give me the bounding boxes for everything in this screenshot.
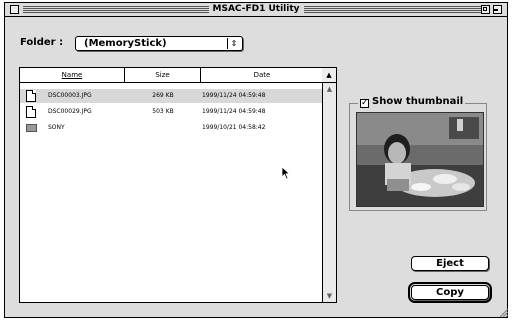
window-title: MSAC-FD1 Utility	[208, 4, 304, 14]
document-icon	[26, 90, 36, 102]
column-header-date[interactable]: Date	[201, 68, 324, 83]
folder-icon	[26, 124, 37, 132]
collapse-icon[interactable]	[493, 5, 502, 14]
file-row[interactable]: DSC00029.JPG 503 KB 1999/11/24 04:59:48	[20, 105, 323, 119]
grow-box-icon[interactable]	[498, 307, 508, 317]
show-thumbnail-label: Show thumbnail	[372, 96, 464, 107]
thumbnail-photo	[357, 113, 483, 206]
folder-label: Folder :	[20, 37, 64, 48]
copy-button[interactable]: Copy	[408, 282, 492, 303]
file-name: DSC00003.JPG	[48, 92, 92, 99]
folder-popup[interactable]: (MemoryStick) ⇕	[75, 36, 243, 51]
sort-arrow-icon[interactable]: ▲	[322, 68, 336, 83]
zoom-icon[interactable]	[481, 5, 490, 14]
popup-arrows-icon: ⇕	[227, 38, 240, 49]
file-size: 269 KB	[152, 92, 174, 99]
show-thumbnail-checkbox[interactable]: ✓ Show thumbnail	[358, 96, 466, 108]
file-date: 1999/10/21 04:58:42	[202, 124, 266, 131]
file-date: 1999/11/24 04:59:48	[202, 108, 266, 115]
column-header-name[interactable]: Name	[20, 68, 125, 83]
file-list[interactable]: Name Size Date ▲ DSC00003.JPG 269 KB 199…	[19, 67, 337, 303]
file-name: DSC00029.JPG	[48, 108, 92, 115]
document-icon	[26, 106, 36, 118]
scroll-down-icon[interactable]: ▼	[323, 290, 336, 302]
arrow-cursor-icon	[281, 166, 291, 180]
file-name: SONY	[48, 124, 65, 131]
thumbnail-preview	[356, 112, 484, 207]
scroll-up-icon[interactable]: ▲	[323, 83, 336, 95]
column-header-size[interactable]: Size	[125, 68, 201, 83]
folder-row[interactable]: SONY 1999/10/21 04:58:42	[20, 121, 323, 135]
folder-popup-value: (MemoryStick)	[84, 38, 167, 49]
title-bar[interactable]: MSAC-FD1 Utility	[5, 3, 507, 17]
checkmark-icon[interactable]: ✓	[360, 99, 369, 108]
file-date: 1999/11/24 04:59:48	[202, 92, 266, 99]
vertical-scrollbar[interactable]: ▲ ▼	[322, 83, 336, 302]
file-size: 503 KB	[152, 108, 174, 115]
eject-button[interactable]: Eject	[411, 256, 489, 271]
file-row[interactable]: DSC00003.JPG 269 KB 1999/11/24 04:59:48	[20, 89, 323, 103]
